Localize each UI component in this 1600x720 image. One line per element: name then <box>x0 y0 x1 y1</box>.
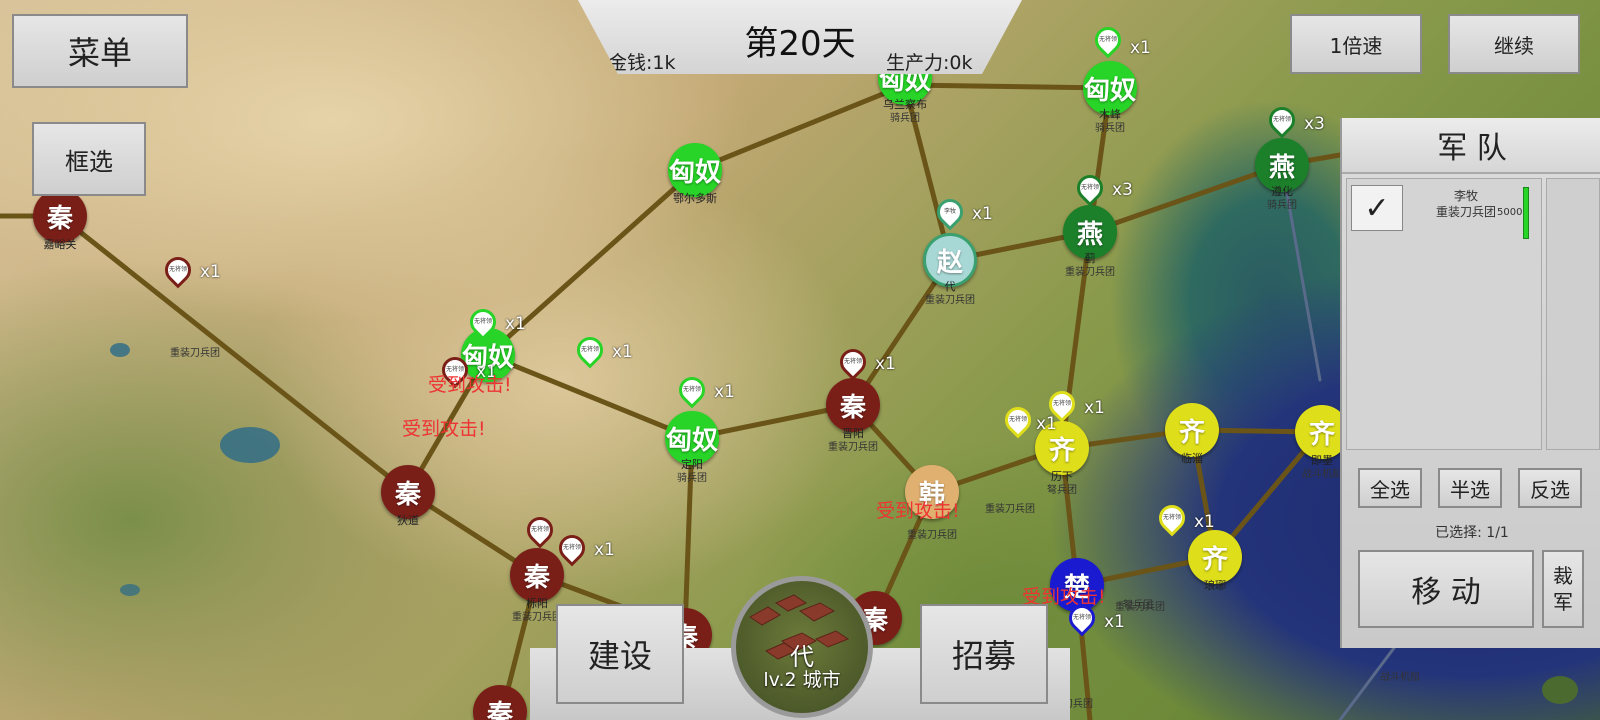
army-list: ✓ 李牧 重装刀兵团 5000 <box>1346 178 1542 450</box>
unit-label: 重装刀兵团 <box>170 348 220 359</box>
unit-strength-bar <box>1523 187 1529 239</box>
city-node-qin-didao[interactable]: 秦 <box>381 465 435 519</box>
unit-label: 战斗机船 <box>1302 469 1342 480</box>
select-all-button[interactable]: 全选 <box>1358 468 1422 508</box>
city-name: 嘉峪关 <box>43 238 77 251</box>
day-banner: 第20天 金钱:1k 生产力:0k <box>578 0 1022 74</box>
army-list-scrollbar[interactable] <box>1546 178 1600 450</box>
army-count: x1 <box>505 314 526 334</box>
city-node-qi-linzi[interactable]: 齐 <box>1165 403 1219 457</box>
lake <box>220 427 280 463</box>
army-panel-title: 军 队 <box>1342 118 1600 174</box>
city-level-label: lv.2 城市 <box>763 669 841 691</box>
army-count: x1 <box>714 382 735 402</box>
disband-button[interactable]: 裁 军 <box>1542 550 1584 628</box>
army-count: x1 <box>875 354 896 374</box>
attack-alert: 受到攻击! <box>428 374 512 396</box>
unit-strength-value: 5000 <box>1497 207 1523 218</box>
army-count: x1 <box>612 342 633 362</box>
city-node-qi-langya[interactable]: 齐 <box>1188 530 1242 584</box>
city-name: 临淄 <box>1181 452 1203 465</box>
attack-alert: 受到攻击! <box>402 418 486 440</box>
select-half-button[interactable]: 半选 <box>1438 468 1502 508</box>
road <box>902 82 1113 91</box>
recruit-button[interactable]: 招募 <box>920 604 1048 704</box>
unit-label: 骑兵团 <box>677 473 707 484</box>
unit-label: 重装刀兵团 <box>907 530 957 541</box>
city-portrait[interactable]: 代 lv.2 城市 <box>731 576 873 718</box>
lake <box>110 343 130 357</box>
unit-label: 重装刀兵团 <box>925 295 975 306</box>
army-count: x1 <box>594 540 615 560</box>
city-name: 鄂尔多斯 <box>673 192 717 205</box>
lake <box>120 584 140 596</box>
army-count: x1 <box>1104 612 1125 632</box>
army-panel: 军 队 ✓ 李牧 重装刀兵团 5000 全选 半选 反选 已选择: 1/1 移 … <box>1340 118 1600 648</box>
army-count: x1 <box>1036 414 1057 434</box>
unit-label: 骑兵团 <box>1095 123 1125 134</box>
select-invert-button[interactable]: 反选 <box>1518 468 1582 508</box>
army-count: x1 <box>1130 38 1151 58</box>
continue-button[interactable]: 继续 <box>1448 14 1580 74</box>
production-label: 生产力:0k <box>886 52 973 74</box>
army-count: x1 <box>1194 512 1215 532</box>
box-select-button[interactable]: 框选 <box>32 122 146 196</box>
road <box>692 82 908 173</box>
menu-button[interactable]: 菜单 <box>12 14 188 88</box>
army-count: x1 <box>972 204 993 224</box>
city-node-xiongnu-ordos[interactable]: 匈奴 <box>668 143 722 197</box>
army-count: x3 <box>1304 114 1325 134</box>
city-node-qin-jiayuguan[interactable]: 秦 <box>33 189 87 243</box>
city-node-qin-south[interactable]: 秦 <box>510 548 564 602</box>
army-count: x1 <box>200 262 221 282</box>
unit-label: 重装刀兵团 <box>512 612 562 623</box>
army-unit-checkbox[interactable]: ✓ <box>1351 185 1403 231</box>
island <box>1542 676 1578 704</box>
attack-alert: 受到攻击! <box>876 500 960 522</box>
unit-label: 重装刀兵团 <box>985 504 1035 515</box>
unit-label: 骑兵团 <box>1267 200 1297 211</box>
army-count: x3 <box>1112 180 1133 200</box>
unit-label: 弩兵团 <box>1123 600 1153 611</box>
city-name: 琅琊 <box>1204 579 1226 592</box>
army-count: x1 <box>1084 398 1105 418</box>
move-button[interactable]: 移 动 <box>1358 550 1534 628</box>
selected-count: 已选择: 1/1 <box>1435 525 1509 541</box>
city-name: 狄道 <box>397 514 419 527</box>
game-stage: 秦 嘉峪关 匈奴 鄂尔多斯 匈奴 乌兰察布 骑兵团 匈奴 木峰 骑兵团 燕 遵化… <box>0 0 1600 720</box>
city-node-qin-jinyang[interactable]: 秦 <box>826 378 880 432</box>
unit-general-name: 李牧 <box>1453 189 1478 203</box>
unit-label: 战斗机船 <box>1380 672 1420 683</box>
money-label: 金钱:1k <box>608 52 676 74</box>
unit-label: 弩兵团 <box>1047 485 1077 496</box>
unit-label: 骑兵团 <box>890 113 920 124</box>
unit-label: 重装刀兵团 <box>1065 267 1115 278</box>
speed-button[interactable]: 1倍速 <box>1290 14 1422 74</box>
unit-label: 重装刀兵团 <box>828 442 878 453</box>
build-button[interactable]: 建设 <box>556 604 684 704</box>
